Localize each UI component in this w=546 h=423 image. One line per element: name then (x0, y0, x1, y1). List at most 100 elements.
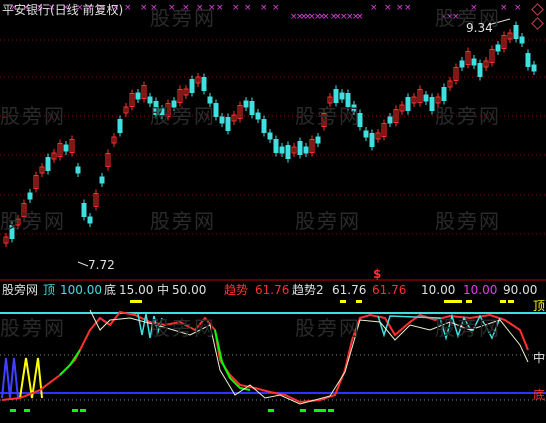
top-marker (356, 300, 362, 303)
candle-body (405, 97, 411, 111)
x-marker-icon: × (384, 3, 392, 13)
x-marker-icon: × (370, 3, 378, 13)
candle-body (189, 79, 195, 93)
top-marker (136, 300, 142, 303)
bottom-marker (268, 409, 274, 412)
indicator-panel-name: 股旁网 (2, 283, 39, 297)
watermark: 股旁网 (0, 209, 66, 233)
candle-body (519, 36, 525, 44)
candle-body (63, 144, 69, 152)
x-marker-icon: × (232, 3, 240, 13)
candle-body (531, 64, 537, 72)
candle-body (297, 141, 303, 155)
top-label: 顶 (43, 283, 56, 297)
watermark: 股旁网 (295, 316, 361, 340)
candle-body (279, 146, 285, 154)
candle-body (225, 117, 231, 131)
side-mid-label: 中 (533, 351, 546, 365)
candle-body (27, 192, 33, 200)
candle-body (201, 77, 207, 91)
candle-body (441, 87, 447, 101)
low-pointer (77, 261, 89, 267)
watermark: 股旁网 (295, 209, 361, 233)
candle-body (471, 58, 477, 66)
trend2-extra-value: 61.76 (372, 283, 407, 297)
x-marker-icon: × (260, 3, 268, 13)
x-marker-icon: × (124, 3, 132, 13)
top-marker (444, 300, 450, 303)
high-price-label: 9.34 (466, 21, 493, 35)
bottom-marker (300, 409, 306, 412)
bottom-value: 15.00 (119, 283, 154, 297)
candle-body (315, 136, 321, 144)
x-marker-icon: × (500, 3, 508, 13)
bottom-marker (24, 409, 30, 412)
watermark: 股旁网 (150, 6, 216, 30)
candle-body (495, 44, 501, 52)
candle-body (45, 157, 51, 171)
candle-body (243, 100, 249, 108)
candle-body (99, 176, 105, 184)
x-marker-icon: × (140, 3, 148, 13)
candle-body (477, 63, 483, 77)
candle-body (135, 92, 141, 100)
threshold-1: 10.00 (421, 283, 456, 297)
dollar-marker: $ (373, 267, 382, 281)
side-bottom-label: 底 (533, 388, 546, 402)
candle-body (387, 116, 393, 124)
top-marker (466, 300, 472, 303)
top-marker (130, 300, 136, 303)
top-marker (456, 300, 462, 303)
candle-body (369, 133, 375, 147)
trend-value: 61.76 (255, 283, 290, 297)
candle-body (303, 146, 309, 154)
bottom-marker (10, 409, 16, 412)
candle-body (459, 60, 465, 68)
candle-body (255, 112, 261, 120)
candle-body (117, 119, 123, 133)
watermark: 股旁网 (150, 209, 216, 233)
candle-body (525, 53, 531, 67)
low-price-label: 7.72 (88, 258, 115, 272)
side-top-label: 顶 (533, 299, 546, 313)
bottom-marker (72, 409, 78, 412)
top-marker (340, 300, 346, 303)
bottom-marker (80, 409, 86, 412)
candle-body (513, 25, 519, 39)
chart-stage: × × × × × × × × × × × × × × × × × × × × × × × × × × × × × × × × × × × × × × × ×… (0, 0, 546, 423)
candle-body (261, 119, 267, 133)
candle-body (339, 92, 345, 100)
x-marker-icon: × (272, 3, 280, 13)
candle-body (267, 132, 273, 140)
top-marker (508, 300, 514, 303)
watermark: 股旁网 (0, 316, 66, 340)
mid-label: 中 (157, 283, 170, 297)
watermark: 股旁网 (150, 104, 216, 128)
mid-value: 50.00 (172, 283, 207, 297)
x-marker-icon: × (356, 12, 364, 22)
x-marker-icon: × (322, 12, 330, 22)
candle-body (75, 166, 81, 174)
bottom-marker (314, 409, 320, 412)
trend2-label: 趋势2 (292, 283, 324, 297)
watermark: 股旁网 (150, 316, 216, 340)
x-marker-icon: × (216, 3, 224, 13)
candle-body (363, 130, 369, 138)
watermark: 股旁网 (435, 209, 501, 233)
x-marker-icon: × (404, 3, 412, 13)
trend-label: 趋势 (224, 283, 249, 297)
top-marker (450, 300, 456, 303)
chart-title: 平安银行(日线 前复权) (2, 3, 124, 17)
x-marker-icon: × (244, 3, 252, 13)
indicator-line-green (59, 349, 81, 376)
bottom-marker (328, 409, 334, 412)
candle-body (423, 94, 429, 102)
x-marker-icon: × (396, 3, 404, 13)
threshold-3: 90.00 (503, 283, 538, 297)
top-value: 100.00 (60, 283, 102, 297)
top-marker (500, 300, 506, 303)
watermark: 股旁网 (435, 316, 501, 340)
watermark: 股旁网 (0, 104, 66, 128)
threshold-2: 10.00 (463, 283, 498, 297)
trend2-value: 61.76 (332, 283, 367, 297)
